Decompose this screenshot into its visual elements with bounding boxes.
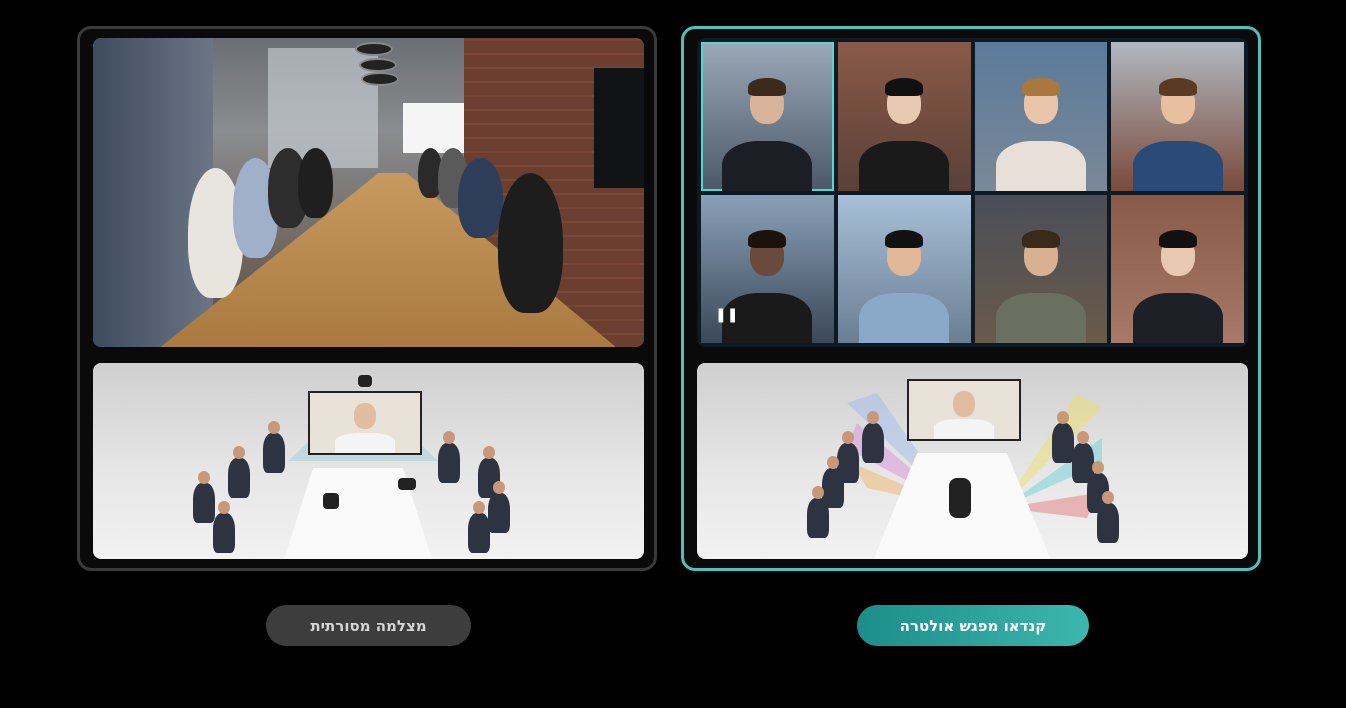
pause-icon: ❚❚: [715, 306, 739, 323]
ultra-camera-button[interactable]: קנדאו מפגש אולטרה: [857, 605, 1089, 646]
attendee: [498, 173, 563, 313]
laptop: [398, 478, 416, 490]
attendee: [458, 158, 503, 238]
participant-tile[interactable]: [974, 194, 1108, 343]
traditional-camera-panel[interactable]: [77, 26, 657, 571]
room-tv-screen-2: [594, 68, 644, 188]
participant-tile[interactable]: [837, 42, 971, 191]
participant-tile[interactable]: ❚❚: [701, 194, 834, 343]
ceiling-lamp: [361, 72, 399, 86]
meeting-participant: [862, 411, 884, 463]
conference-room-view: [93, 38, 644, 347]
meeting-participant: [438, 431, 460, 483]
meeting-participant: [213, 501, 235, 553]
ultra-camera-panel[interactable]: ❚❚: [681, 26, 1261, 571]
participant-tile[interactable]: [974, 42, 1108, 191]
participant-tile[interactable]: [1111, 42, 1244, 191]
tv-screen: [907, 379, 1021, 441]
ultra-camera-device: [949, 478, 971, 518]
ultra-setup-illustration: [697, 363, 1248, 559]
participant-tile[interactable]: [837, 194, 971, 343]
attendee: [298, 148, 333, 218]
meeting-participant: [1052, 411, 1074, 463]
participant-tile[interactable]: [701, 42, 834, 191]
participant-grid: ❚❚: [701, 42, 1244, 343]
speakerphone: [323, 493, 339, 509]
traditional-setup-illustration: [93, 363, 644, 559]
meeting-participant: [193, 471, 215, 523]
participant-tile[interactable]: [1111, 194, 1244, 343]
meeting-participant: [228, 446, 250, 498]
video-gallery-view: ❚❚: [697, 38, 1248, 347]
ceiling-lamp: [355, 42, 393, 56]
camera-device: [358, 375, 372, 387]
tv-screen: [308, 391, 422, 455]
meeting-participant: [263, 421, 285, 473]
traditional-camera-button[interactable]: מצלמה מסורתית: [266, 605, 471, 646]
ceiling-lamp: [359, 58, 397, 72]
meeting-participant: [1097, 491, 1119, 543]
meeting-participant: [807, 486, 829, 538]
meeting-participant: [468, 501, 490, 553]
meeting-participant: [488, 481, 510, 533]
